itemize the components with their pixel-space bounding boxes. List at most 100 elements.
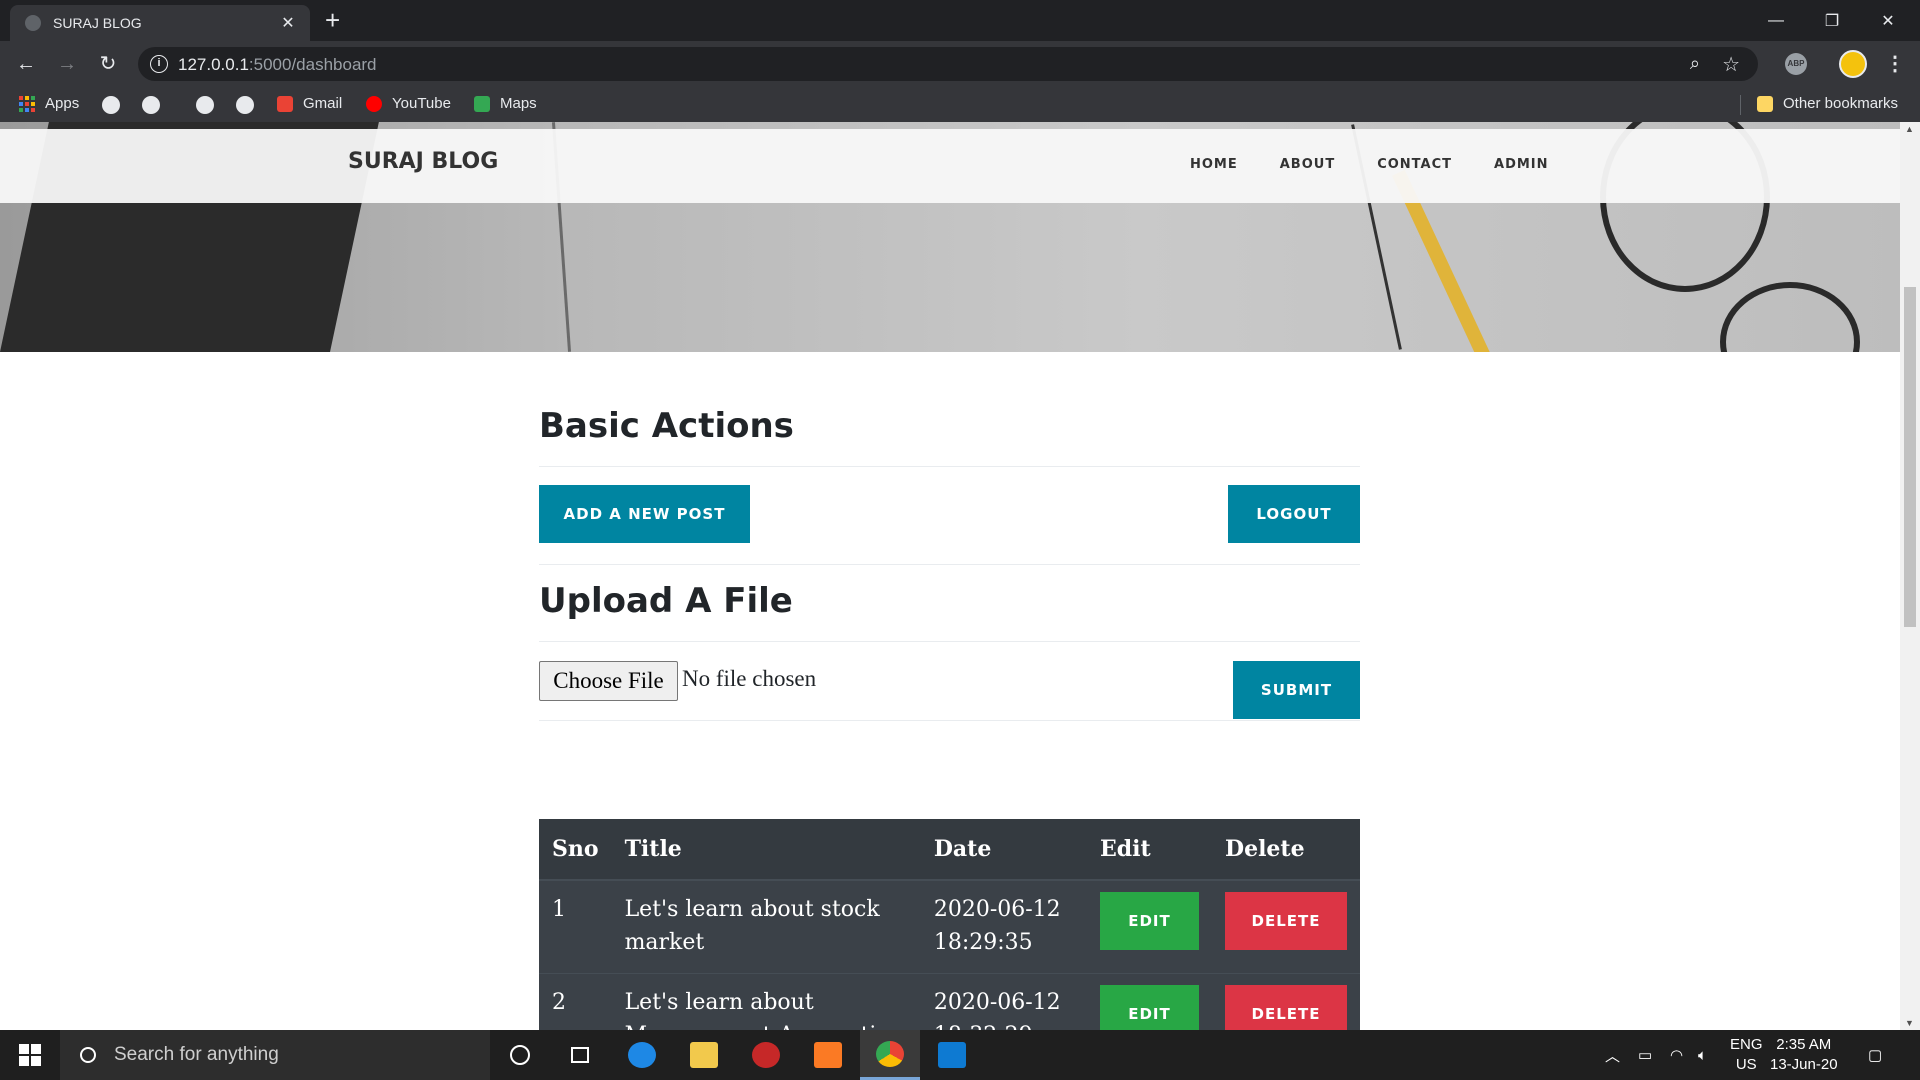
table-row: 2 Let's learn about Management Accountin… xyxy=(539,972,1360,1030)
cell-delete: DELETE xyxy=(1212,972,1360,1030)
minimize-icon[interactable]: — xyxy=(1748,0,1804,41)
wifi-icon[interactable]: ◠ xyxy=(1670,1030,1683,1080)
url-text[interactable]: 127.0.0.1:5000/dashboard xyxy=(178,55,377,75)
page-scrollbar[interactable]: ▲ ▼ xyxy=(1900,122,1920,1030)
maps-icon xyxy=(474,95,490,112)
chrome-icon[interactable] xyxy=(860,1030,920,1080)
col-title: Title xyxy=(611,819,921,881)
cell-title: Let's learn about Management Accounting xyxy=(611,972,921,1030)
site-navbar: SURAJ BLOG HOME ABOUT CONTACT ADMIN xyxy=(0,129,1900,203)
edit-button[interactable]: EDIT xyxy=(1099,892,1199,950)
upload-heading: Upload A File xyxy=(539,581,793,621)
globe-icon xyxy=(25,15,41,31)
col-delete: Delete xyxy=(1212,819,1360,881)
windows-logo-icon xyxy=(19,1044,41,1066)
edit-button[interactable]: EDIT xyxy=(1099,984,1199,1030)
page-viewport: SURAJ BLOG HOME ABOUT CONTACT ADMIN Basi… xyxy=(0,122,1900,1030)
site-info-icon[interactable]: i xyxy=(150,55,168,73)
submit-button[interactable]: SUBMIT xyxy=(1233,661,1360,719)
clock-time: 2:35 AM xyxy=(1776,1036,1832,1053)
cell-edit: EDIT xyxy=(1086,879,1212,973)
bookmark-apps[interactable]: Apps xyxy=(19,95,79,112)
tab-close-icon[interactable]: ✕ xyxy=(278,13,298,33)
col-sno: Sno xyxy=(539,819,612,881)
add-post-button[interactable]: ADD A NEW POST xyxy=(539,485,750,543)
nav-home[interactable]: HOME xyxy=(1190,157,1238,172)
bookmark-star-icon[interactable]: ☆ xyxy=(1722,52,1740,77)
cell-sno: 1 xyxy=(539,879,612,973)
vscode-icon[interactable] xyxy=(922,1030,982,1080)
scroll-up-icon[interactable]: ▲ xyxy=(1905,124,1914,134)
site-brand[interactable]: SURAJ BLOG xyxy=(348,149,498,174)
lang-top: ENG xyxy=(1730,1036,1763,1053)
nav-about[interactable]: ABOUT xyxy=(1280,157,1335,172)
nav-contact[interactable]: CONTACT xyxy=(1377,157,1452,172)
delete-button[interactable]: DELETE xyxy=(1225,984,1347,1030)
forward-arrow-icon[interactable]: → xyxy=(55,52,79,76)
gmail-icon xyxy=(277,95,293,112)
browser-tab[interactable]: SURAJ BLOG ✕ xyxy=(10,5,310,41)
globe-icon[interactable] xyxy=(236,96,254,114)
folder-icon xyxy=(1757,95,1773,112)
zoom-icon[interactable]: ⌕ xyxy=(1690,53,1700,74)
tab-title: SURAJ BLOG xyxy=(53,15,142,31)
nav-admin[interactable]: ADMIN xyxy=(1494,157,1549,172)
bookmark-youtube[interactable]: YouTube xyxy=(366,95,451,112)
divider xyxy=(539,720,1360,721)
col-edit: Edit xyxy=(1086,819,1212,881)
nav-links: HOME ABOUT CONTACT ADMIN xyxy=(1190,157,1591,172)
restore-icon[interactable]: ❐ xyxy=(1804,0,1860,41)
globe-icon[interactable] xyxy=(102,96,120,114)
task-view-icon[interactable] xyxy=(550,1030,610,1080)
lang-bottom: US xyxy=(1735,1056,1757,1073)
bookmark-label: Maps xyxy=(500,95,537,112)
hero-glasses-shape xyxy=(1720,282,1860,352)
bookmark-other[interactable]: Other bookmarks xyxy=(1757,95,1898,112)
scrollbar-thumb[interactable] xyxy=(1904,287,1916,627)
cell-sno: 2 xyxy=(539,972,612,1030)
cell-delete: DELETE xyxy=(1212,879,1360,973)
search-icon xyxy=(80,1047,96,1063)
xampp-icon[interactable] xyxy=(798,1030,858,1080)
menu-kebab-icon[interactable]: ⋮ xyxy=(1885,51,1905,76)
file-explorer-icon[interactable] xyxy=(674,1030,734,1080)
delete-button[interactable]: DELETE xyxy=(1225,892,1347,950)
posts-table: Sno Title Date Edit Delete 1 Let's learn… xyxy=(539,819,1360,1030)
globe-icon[interactable] xyxy=(196,96,214,114)
address-bar[interactable]: i 127.0.0.1:5000/dashboard ⌕ ☆ xyxy=(138,47,1758,81)
upload-row: Choose File No file chosen SUBMIT xyxy=(539,642,1360,720)
window-close-icon[interactable]: ✕ xyxy=(1860,0,1916,41)
bookmark-label: Apps xyxy=(45,95,80,112)
dashboard-container: Basic Actions ADD A NEW POST LOGOUT Uplo… xyxy=(539,404,1360,1030)
bookmark-gmail[interactable]: Gmail xyxy=(277,95,342,112)
app-red-icon[interactable] xyxy=(736,1030,796,1080)
scroll-down-icon[interactable]: ▼ xyxy=(1905,1018,1914,1028)
cell-title: Let's learn about stock market xyxy=(611,879,921,973)
notification-icon[interactable]: ▢ xyxy=(1868,1030,1882,1080)
basic-actions-row: ADD A NEW POST LOGOUT xyxy=(539,467,1360,564)
reload-icon[interactable]: ↻ xyxy=(96,52,120,76)
system-clock[interactable]: 2:35 AM 13-Jun-20 xyxy=(1770,1035,1838,1075)
tray-chevron-icon[interactable]: ︿ xyxy=(1605,1030,1620,1080)
battery-icon[interactable]: ▭ xyxy=(1638,1030,1652,1080)
url-host: 127.0.0.1 xyxy=(178,55,249,74)
table-header-row: Sno Title Date Edit Delete xyxy=(539,819,1360,881)
taskbar-search[interactable]: Search for anything xyxy=(60,1030,490,1080)
language-indicator[interactable]: ENG US xyxy=(1730,1035,1763,1075)
windows-taskbar: Search for anything ︿ ▭ ◠ 🔈︎ ENG US 2:35… xyxy=(0,1030,1920,1080)
cell-date: 2020-06-12 18:32:29 xyxy=(920,972,1087,1030)
apps-grid-icon xyxy=(19,95,35,112)
edge-icon[interactable] xyxy=(612,1030,672,1080)
profile-avatar[interactable] xyxy=(1839,50,1867,78)
bookmark-maps[interactable]: Maps xyxy=(474,95,537,112)
start-button[interactable] xyxy=(0,1030,60,1080)
browser-toolbar: ← → ↻ i 127.0.0.1:5000/dashboard ⌕ ☆ ABP… xyxy=(0,41,1920,87)
back-arrow-icon[interactable]: ← xyxy=(14,52,38,76)
globe-icon[interactable] xyxy=(142,96,160,114)
new-tab-button[interactable]: + xyxy=(325,6,340,34)
logout-button[interactable]: LOGOUT xyxy=(1228,485,1360,543)
cortana-icon[interactable] xyxy=(490,1030,550,1080)
adblock-extension-icon[interactable]: ABP xyxy=(1785,53,1807,75)
choose-file-button[interactable]: Choose File xyxy=(539,661,678,701)
volume-icon[interactable]: 🔈︎ xyxy=(1698,1030,1707,1080)
